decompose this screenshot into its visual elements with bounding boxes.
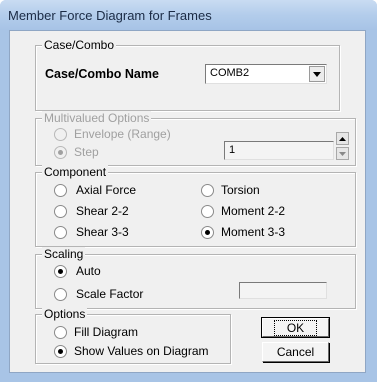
step-radio[interactable]	[54, 146, 67, 159]
show-values-label: Show Values on Diagram	[74, 344, 209, 358]
cancel-button-label: Cancel	[276, 345, 315, 359]
scale-factor-radio[interactable]	[54, 288, 67, 301]
ok-button-label: OK	[273, 319, 318, 336]
spin-up-icon[interactable]	[336, 132, 349, 145]
envelope-label: Envelope (Range)	[74, 127, 171, 141]
chevron-down-icon[interactable]	[309, 66, 325, 82]
shear-3-3-radio[interactable]	[54, 226, 67, 239]
step-label: Step	[74, 145, 99, 159]
ok-button[interactable]: OK	[261, 317, 330, 338]
axial-force-radio[interactable]	[54, 184, 67, 197]
multivalued-options-group: Multivalued Options Envelope (Range) Ste…	[35, 111, 356, 166]
options-group: Options Fill Diagram Show Values on Diag…	[35, 307, 231, 364]
spin-down-icon[interactable]	[336, 147, 349, 160]
auto-radio[interactable]	[54, 265, 67, 278]
cancel-button[interactable]: Cancel	[262, 342, 329, 362]
case-combo-selected-value: COMB2	[210, 67, 250, 79]
moment-2-2-radio[interactable]	[201, 205, 214, 218]
scaling-group: Scaling Auto Scale Factor	[35, 247, 356, 309]
moment-3-3-label: Moment 3-3	[221, 225, 286, 239]
window-title: Member Force Diagram for Frames	[8, 8, 212, 23]
case-combo-name-label: Case/Combo Name	[45, 67, 159, 81]
moment-2-2-label: Moment 2-2	[221, 204, 286, 218]
step-value: 1	[229, 144, 236, 156]
scaling-legend: Scaling	[42, 247, 86, 261]
shear-2-2-radio[interactable]	[54, 205, 67, 218]
auto-label: Auto	[76, 264, 101, 278]
torsion-radio[interactable]	[201, 184, 214, 197]
moment-3-3-radio[interactable]	[201, 226, 214, 239]
case-combo-group: Case/Combo Case/Combo Name COMB2	[35, 38, 340, 111]
torsion-label: Torsion	[221, 183, 260, 197]
dialog-client: Case/Combo Case/Combo Name COMB2 Multiva…	[9, 30, 366, 373]
case-combo-select[interactable]: COMB2	[205, 64, 327, 84]
shear-3-3-label: Shear 3-3	[76, 225, 129, 239]
step-input[interactable]: 1	[224, 141, 334, 160]
axial-force-label: Axial Force	[76, 183, 137, 197]
title-bar[interactable]: Member Force Diagram for Frames	[0, 0, 377, 30]
scale-factor-input[interactable]	[239, 282, 327, 299]
fill-diagram-label: Fill Diagram	[74, 325, 139, 339]
shear-2-2-label: Shear 2-2	[76, 204, 129, 218]
show-values-radio[interactable]	[54, 345, 67, 358]
component-group: Component Axial Force Torsion Shear 2-2 …	[35, 165, 356, 247]
fill-diagram-radio[interactable]	[54, 326, 67, 339]
multivalued-legend: Multivalued Options	[42, 111, 152, 125]
options-legend: Options	[42, 307, 88, 321]
dialog-window: Member Force Diagram for Frames Case/Com…	[0, 0, 377, 382]
scale-factor-label: Scale Factor	[76, 287, 144, 301]
component-legend: Component	[42, 165, 109, 179]
envelope-radio[interactable]	[54, 128, 67, 141]
case-combo-legend: Case/Combo	[42, 38, 117, 52]
